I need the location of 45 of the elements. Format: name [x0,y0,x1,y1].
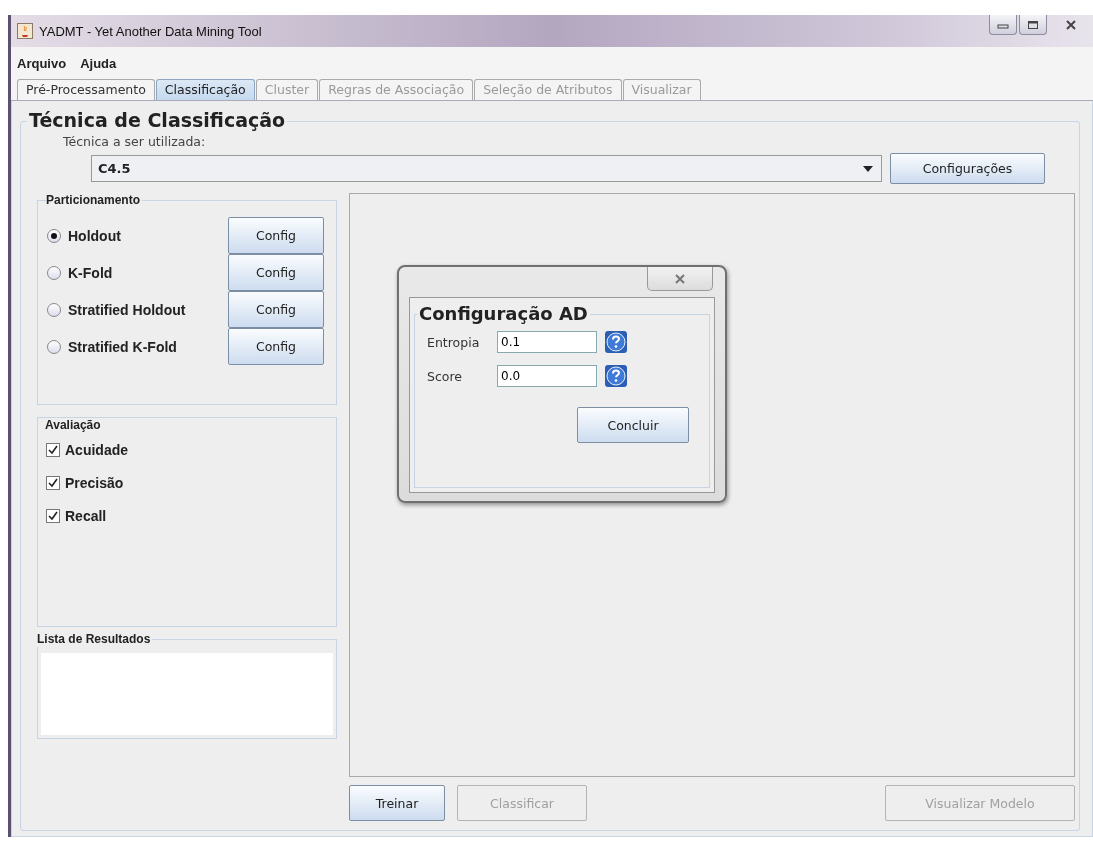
maximize-icon [1027,19,1039,30]
checkbox-label: Acuidade [65,441,129,458]
radio-label: K-Fold [68,264,114,281]
radio-label: Stratified Holdout [68,301,187,318]
group-title: Lista de Resultados [37,632,153,647]
maximize-button[interactable] [1019,15,1047,35]
group-title: Configuração AD [417,303,590,325]
dropdown-caret-icon [863,165,873,172]
settings-button[interactable]: Configurações [890,153,1045,184]
close-button[interactable] [647,267,713,291]
radio-button[interactable] [47,228,61,243]
field-label: Score [427,368,463,384]
menu-item[interactable]: Ajuda [80,55,117,71]
technique-dropdown[interactable]: C4.5 [91,155,882,182]
menu-item[interactable]: Arquivo [17,55,67,71]
window-title: YADMT - Yet Another Data Mining Tool [39,23,262,39]
help-icon [605,365,627,387]
close-icon [1065,20,1077,30]
input-field[interactable]: 0.0 [497,365,597,387]
radio-label: Holdout [68,227,122,244]
checkbox[interactable] [46,475,60,490]
config-button[interactable]: Config [228,328,324,365]
config-button[interactable]: Config [228,217,324,254]
checkbox[interactable] [46,442,60,457]
field-label: Técnica a ser utilizada: [63,134,207,149]
input-field[interactable]: 0.1 [497,331,597,353]
tab[interactable]: Pré-Processamento [17,79,155,100]
radio-button[interactable] [47,265,61,280]
app-icon [17,23,33,39]
config-button[interactable]: Config [228,254,324,291]
action-button[interactable]: Treinar [349,785,445,821]
tab[interactable]: Classificação [155,79,255,100]
config-button[interactable]: Config [228,291,324,328]
field-label: Entropia [427,334,481,350]
close-icon [674,273,686,284]
checkbox[interactable] [46,508,60,523]
help-icon [605,331,627,353]
radio-button[interactable] [47,339,61,354]
finish-button[interactable]: Concluir [577,407,689,443]
group-title: Avaliação [45,418,103,433]
group-title: Técnica de Classificação [27,108,288,132]
radio-button[interactable] [47,302,61,317]
checkbox-label: Recall [65,507,108,524]
radio-label: Stratified K-Fold [68,338,178,355]
checkbox-label: Precisão [65,474,125,491]
